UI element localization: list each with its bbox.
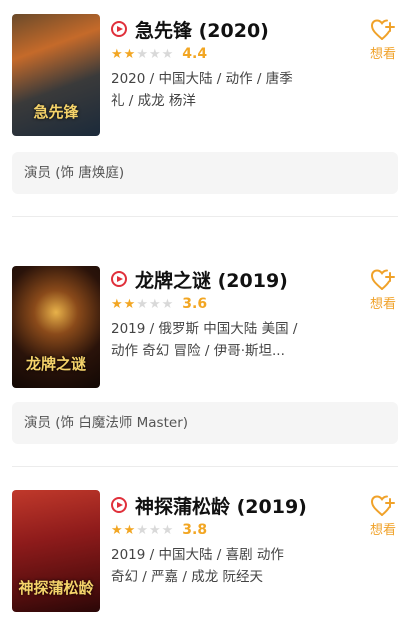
- play-icon[interactable]: [111, 21, 127, 37]
- want-label: 想看: [369, 47, 396, 62]
- star-icon: ★: [161, 522, 174, 538]
- star-icon: ★: [111, 46, 123, 62]
- rating-score: 3.8: [182, 522, 208, 538]
- star-icon: ★: [148, 522, 161, 538]
- movie-title[interactable]: 神探蒲松龄 (2019): [135, 492, 307, 519]
- want-label: 想看: [369, 297, 396, 312]
- meta-line: 2019 / 中国大陆 / 喜剧 动作: [111, 547, 284, 563]
- star-icon: ★: [123, 522, 136, 538]
- actor-role: 演员 (饰 唐焕庭): [12, 152, 398, 194]
- star-icon: ★: [111, 296, 123, 312]
- play-icon[interactable]: [111, 271, 127, 287]
- star-rating: ★ ★ ★ ★ ★: [111, 298, 174, 311]
- movie-meta: 2019 / 俄罗斯 中国大陆 美国 / 动作 奇幻 冒险 / 伊哥·斯坦...: [111, 318, 321, 362]
- actor-role: 演员 (饰 白魔法师 Master): [12, 402, 398, 444]
- movie-title[interactable]: 急先锋 (2020): [135, 16, 269, 43]
- poster-title: 急先锋: [33, 103, 79, 121]
- movie-meta: 2019 / 中国大陆 / 喜剧 动作 奇幻 / 严嘉 / 成龙 阮经天: [111, 544, 321, 588]
- movie-poster[interactable]: 龙牌之谜: [12, 266, 100, 388]
- rating-score: 3.6: [182, 296, 208, 312]
- rating-score: 4.4: [182, 46, 208, 62]
- star-icon: ★: [136, 522, 148, 538]
- star-icon: ★: [161, 46, 174, 62]
- heart-plus-icon: [370, 495, 395, 516]
- star-icon: ★: [136, 46, 148, 62]
- star-icon: ★: [148, 46, 161, 62]
- meta-line: 礼 / 成龙 杨洋: [111, 93, 196, 109]
- want-label: 想看: [369, 523, 396, 538]
- star-rating: ★ ★ ★ ★ ★: [111, 524, 174, 537]
- poster-title: 龙牌之谜: [25, 355, 86, 373]
- heart-plus-icon: [370, 19, 395, 40]
- star-icon: ★: [148, 296, 161, 312]
- movie-title[interactable]: 龙牌之谜 (2019): [135, 266, 288, 293]
- star-icon: ★: [111, 522, 123, 538]
- divider: [12, 216, 398, 217]
- divider: [12, 466, 398, 467]
- play-icon[interactable]: [111, 497, 127, 513]
- poster-title: 神探蒲松龄: [18, 579, 94, 597]
- star-rating: ★ ★ ★ ★ ★: [111, 48, 174, 61]
- star-icon: ★: [136, 296, 148, 312]
- movie-poster[interactable]: 急先锋: [12, 14, 100, 136]
- star-icon: ★: [123, 46, 136, 62]
- want-to-watch-button[interactable]: 想看: [366, 268, 400, 312]
- heart-plus-icon: [370, 269, 395, 290]
- want-to-watch-button[interactable]: 想看: [366, 18, 400, 62]
- movie-meta: 2020 / 中国大陆 / 动作 / 唐季 礼 / 成龙 杨洋: [111, 68, 321, 112]
- meta-line: 动作 奇幻 冒险 / 伊哥·斯坦...: [111, 343, 285, 359]
- meta-line: 2019 / 俄罗斯 中国大陆 美国 /: [111, 321, 298, 337]
- meta-line: 奇幻 / 严嘉 / 成龙 阮经天: [111, 569, 264, 585]
- star-icon: ★: [123, 296, 136, 312]
- star-icon: ★: [161, 296, 174, 312]
- meta-line: 2020 / 中国大陆 / 动作 / 唐季: [111, 71, 293, 87]
- want-to-watch-button[interactable]: 想看: [366, 494, 400, 538]
- movie-poster[interactable]: 神探蒲松龄: [12, 490, 100, 612]
